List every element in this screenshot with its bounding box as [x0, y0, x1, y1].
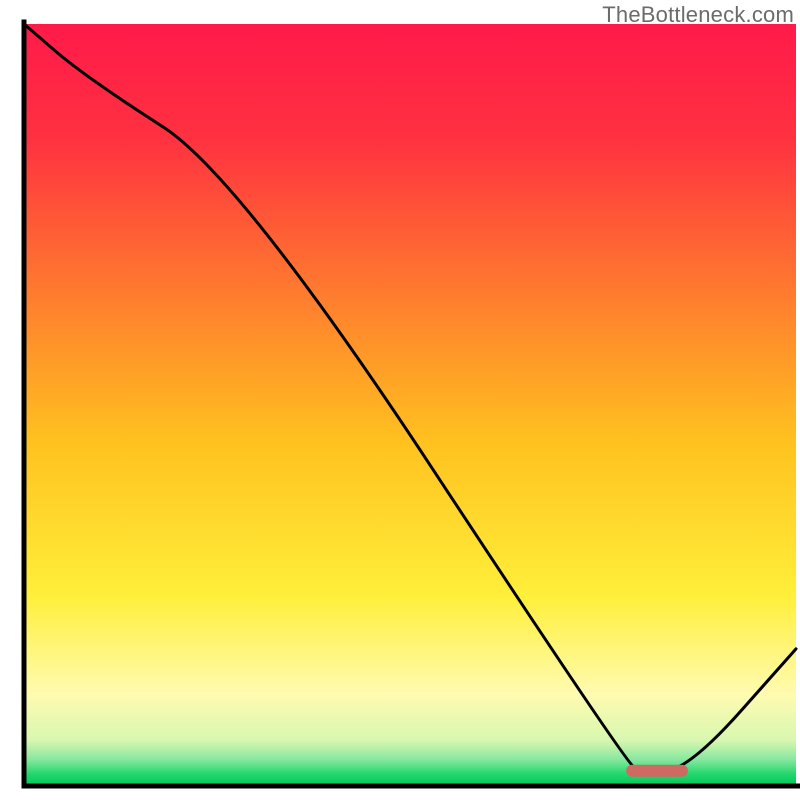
- plot-background: [24, 24, 796, 786]
- bottleneck-chart: [0, 0, 800, 800]
- optimal-range-marker: [626, 765, 688, 777]
- chart-stage: TheBottleneck.com: [0, 0, 800, 800]
